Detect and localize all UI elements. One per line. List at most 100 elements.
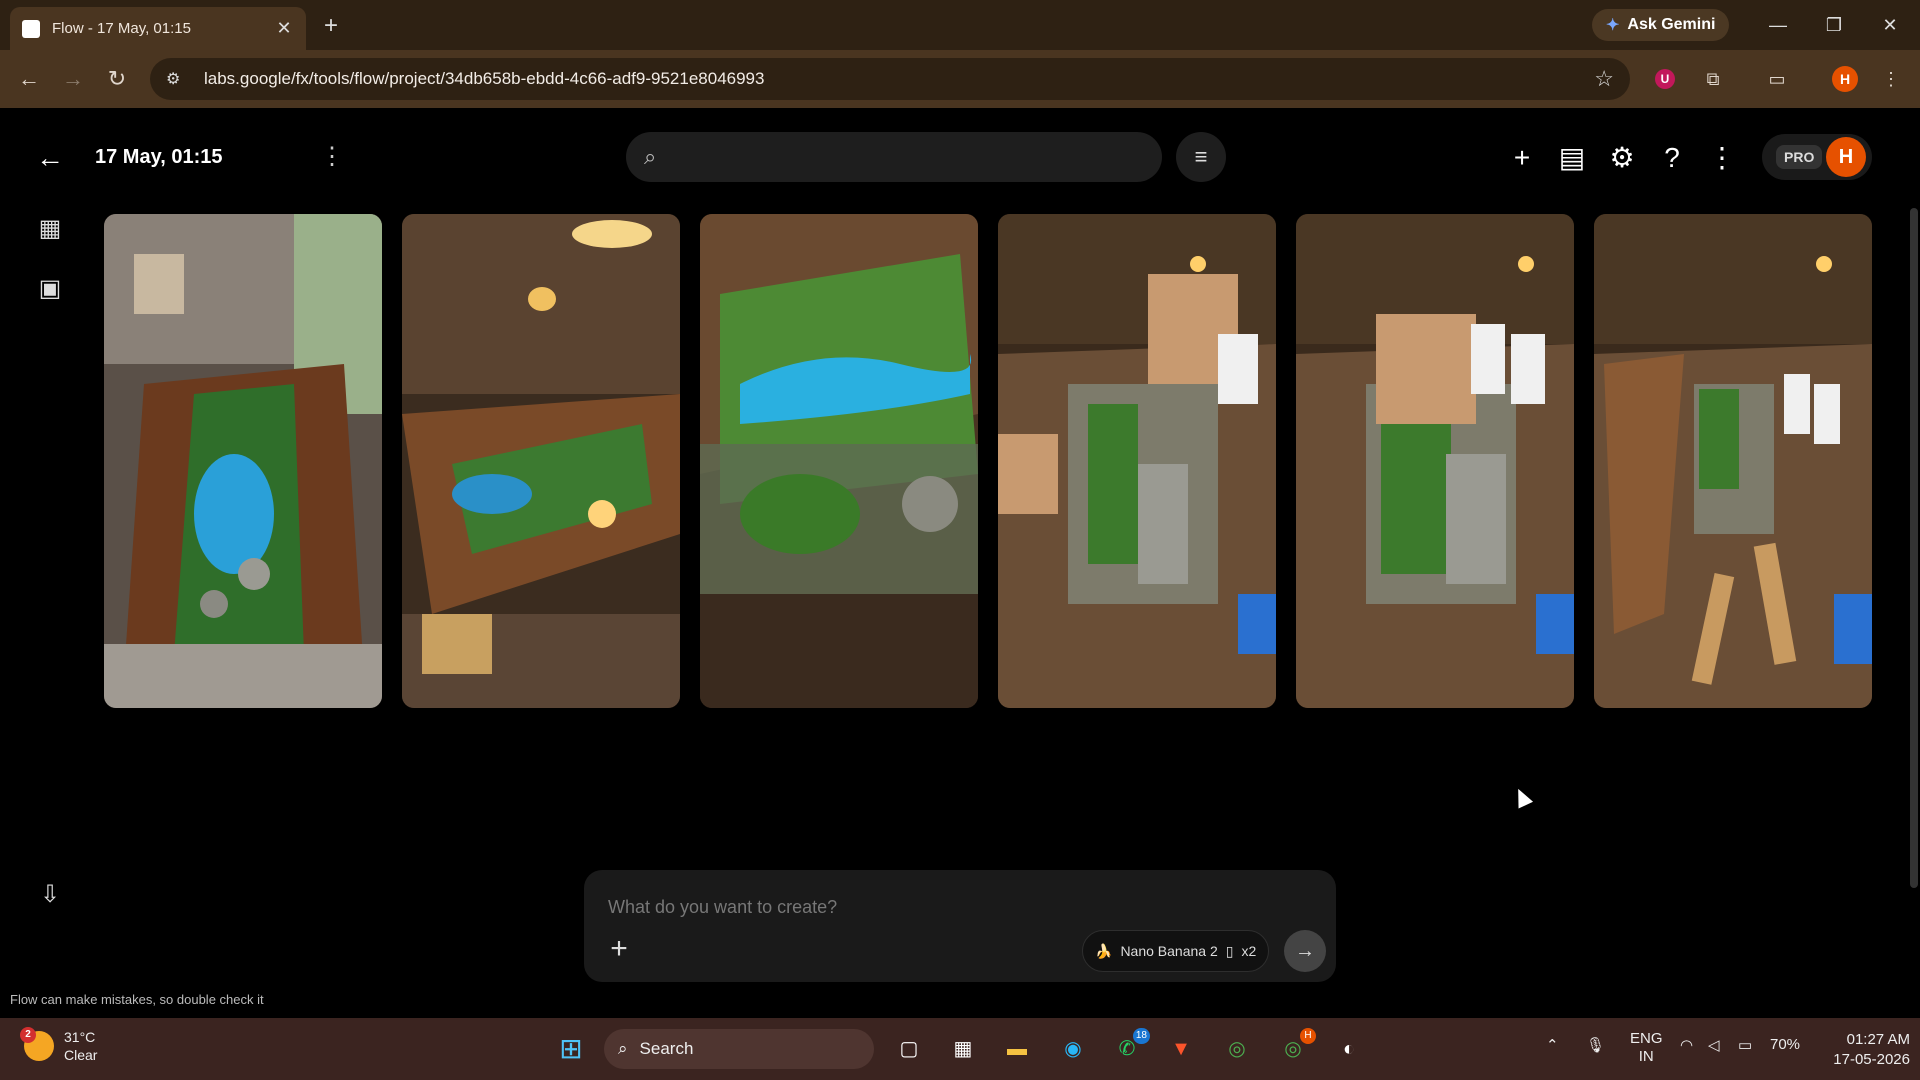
- tab-title: Flow - 17 May, 01:15: [52, 20, 191, 37]
- weather-widget[interactable]: 2 31°C Clear: [20, 1027, 98, 1064]
- pouring-resin-image: [998, 214, 1276, 708]
- language-indicator[interactable]: ENG IN: [1630, 1030, 1663, 1066]
- taskbar-search[interactable]: ⌕ Search: [604, 1029, 874, 1069]
- send-arrow-icon[interactable]: →: [1284, 930, 1326, 972]
- show-hidden-icons-icon[interactable]: ⌃: [1546, 1036, 1559, 1054]
- download-icon[interactable]: ⇩: [33, 878, 67, 912]
- gallery-image-1[interactable]: [104, 214, 382, 708]
- app-tray-icon[interactable]: ◐: [1332, 1032, 1366, 1066]
- whatsapp-icon[interactable]: ✆ 18: [1110, 1028, 1150, 1066]
- project-menu-icon[interactable]: ⋮: [320, 142, 344, 171]
- windows-taskbar: 2 31°C Clear ⊞ ⌕ Search ▢ ▦ ▬ ◉ ✆ 18 ▼ ◎ …: [0, 1018, 1920, 1080]
- search-input[interactable]: [670, 144, 1131, 170]
- aspect-ratio-icon: ▯: [1225, 942, 1234, 959]
- store-icon[interactable]: ▦: [946, 1032, 980, 1066]
- prompt-input[interactable]: [608, 894, 1308, 920]
- chrome-icon[interactable]: ◎: [1220, 1032, 1254, 1066]
- banana-icon: 🍌: [1095, 942, 1113, 959]
- lang-top: ENG: [1630, 1030, 1663, 1047]
- grid-view-icon[interactable]: ▦: [33, 212, 67, 246]
- prompt-box: + 🍌 Nano Banana 2 ▯ x2 →: [584, 870, 1336, 982]
- more-options-icon[interactable]: ⋮: [1702, 138, 1742, 178]
- add-media-icon[interactable]: +: [604, 932, 634, 966]
- task-view-icon[interactable]: ▢: [892, 1032, 926, 1066]
- reload-icon[interactable]: ↻: [102, 64, 132, 94]
- wifi-icon[interactable]: ◠: [1680, 1036, 1693, 1054]
- edge-icon[interactable]: ◉: [1056, 1032, 1090, 1066]
- battery-icon[interactable]: ▭: [1738, 1036, 1752, 1054]
- weather-sun-icon: 2: [20, 1027, 54, 1061]
- microphone-icon[interactable]: 🎙: [1586, 1036, 1605, 1054]
- clock-time: 01:27 AM: [1846, 1031, 1910, 1048]
- clock-date: 17-05-2026: [1833, 1051, 1910, 1068]
- moss-water-closeup-image: [700, 214, 978, 708]
- system-clock[interactable]: 01:27 AM 17-05-2026: [1810, 1030, 1910, 1070]
- flow-favicon-icon: [22, 19, 40, 38]
- image-view-icon[interactable]: ▣: [33, 272, 67, 306]
- profile-avatar[interactable]: H: [1830, 64, 1860, 94]
- weather-desc: Clear: [64, 1047, 98, 1063]
- file-explorer-icon[interactable]: ▬: [1000, 1032, 1034, 1066]
- search-icon: ⌕: [644, 144, 657, 169]
- site-info-icon[interactable]: ⚙: [166, 69, 186, 89]
- new-tab-button[interactable]: +: [318, 12, 344, 40]
- disclaimer-text: Flow can make mistakes, so double check …: [10, 992, 264, 1007]
- scrollbar[interactable]: [1910, 208, 1918, 888]
- mouse-cursor-icon: [1510, 785, 1534, 809]
- chrome-profile-badge: H: [1300, 1028, 1316, 1044]
- film-strip-icon[interactable]: ▤: [1552, 138, 1592, 178]
- browser-back-icon[interactable]: ←: [14, 64, 44, 94]
- ask-gemini-button[interactable]: ✦ Ask Gemini: [1592, 9, 1730, 41]
- account-box[interactable]: PRO H: [1762, 134, 1872, 180]
- url-text[interactable]: labs.google/fx/tools/flow/project/34db65…: [204, 69, 1594, 89]
- weather-temp: 31°C: [64, 1029, 96, 1045]
- help-icon[interactable]: ?: [1652, 138, 1692, 178]
- chrome-profile-icon[interactable]: ◎ H: [1276, 1028, 1316, 1066]
- browser-tab-flow[interactable]: Flow - 17 May, 01:15 ✕: [10, 7, 306, 50]
- taskbar-search-label: Search: [639, 1039, 694, 1058]
- browser-chrome: Flow - 17 May, 01:15 ✕ + ✦ Ask Gemini — …: [0, 0, 1920, 108]
- gallery-image-5[interactable]: [1296, 214, 1574, 708]
- gallery-image-3[interactable]: [700, 214, 978, 708]
- pro-badge: PRO: [1776, 145, 1823, 169]
- close-tab-icon[interactable]: ✕: [274, 18, 294, 39]
- user-avatar[interactable]: H: [1826, 137, 1866, 177]
- side-panel-icon[interactable]: ▭: [1762, 64, 1792, 94]
- project-title: 17 May, 01:15: [95, 146, 223, 168]
- filter-icon[interactable]: ≡: [1176, 132, 1226, 182]
- extension-shield-icon[interactable]: U: [1650, 64, 1680, 94]
- windows-start-icon[interactable]: ⊞: [554, 1032, 588, 1066]
- bookmark-star-icon[interactable]: ☆: [1594, 66, 1614, 92]
- address-bar[interactable]: ⚙ labs.google/fx/tools/flow/project/34db…: [150, 58, 1630, 100]
- browser-forward-icon[interactable]: →: [58, 64, 88, 94]
- model-name: Nano Banana 2: [1120, 943, 1218, 959]
- close-window-icon[interactable]: ✕: [1870, 10, 1910, 40]
- whatsapp-badge: 18: [1132, 1028, 1150, 1044]
- gallery-image-2[interactable]: [402, 214, 680, 708]
- model-selector[interactable]: 🍌 Nano Banana 2 ▯ x2: [1082, 930, 1270, 972]
- extension-badge: U: [1655, 69, 1675, 89]
- back-arrow-icon[interactable]: ←: [36, 142, 64, 174]
- weather-badge: 2: [20, 1027, 36, 1043]
- gallery-image-6[interactable]: [1594, 214, 1872, 708]
- settings-gear-icon[interactable]: ⚙: [1602, 138, 1642, 178]
- volume-icon[interactable]: ◁: [1708, 1036, 1720, 1054]
- tab-strip: Flow - 17 May, 01:15 ✕ + ✦ Ask Gemini — …: [0, 0, 1920, 50]
- river-table-living-room-image: [104, 214, 382, 708]
- image-gallery: [104, 214, 1874, 708]
- battery-percent: 70%: [1770, 1036, 1801, 1053]
- gallery-image-4[interactable]: [998, 214, 1276, 708]
- flow-app: ← 17 May, 01:15 ⋮ ⌕ ≡ + ▤ ⚙ ? ⋮ PRO H ▦ …: [0, 108, 1920, 1018]
- output-count: x2: [1241, 943, 1257, 959]
- placing-moss-image: [1296, 214, 1574, 708]
- workbench-tools-image: [1594, 214, 1872, 708]
- browser-menu-icon[interactable]: ⋮: [1876, 64, 1906, 94]
- extensions-puzzle-icon[interactable]: ⧉: [1698, 64, 1728, 94]
- taskbar-search-icon: ⌕: [618, 1039, 628, 1058]
- minimize-window-icon[interactable]: —: [1758, 10, 1798, 40]
- brave-icon[interactable]: ▼: [1164, 1032, 1198, 1066]
- search-bar[interactable]: ⌕: [626, 132, 1162, 182]
- add-icon[interactable]: +: [1502, 138, 1542, 178]
- restore-window-icon[interactable]: ❐: [1814, 10, 1854, 40]
- lang-bottom: IN: [1638, 1048, 1654, 1065]
